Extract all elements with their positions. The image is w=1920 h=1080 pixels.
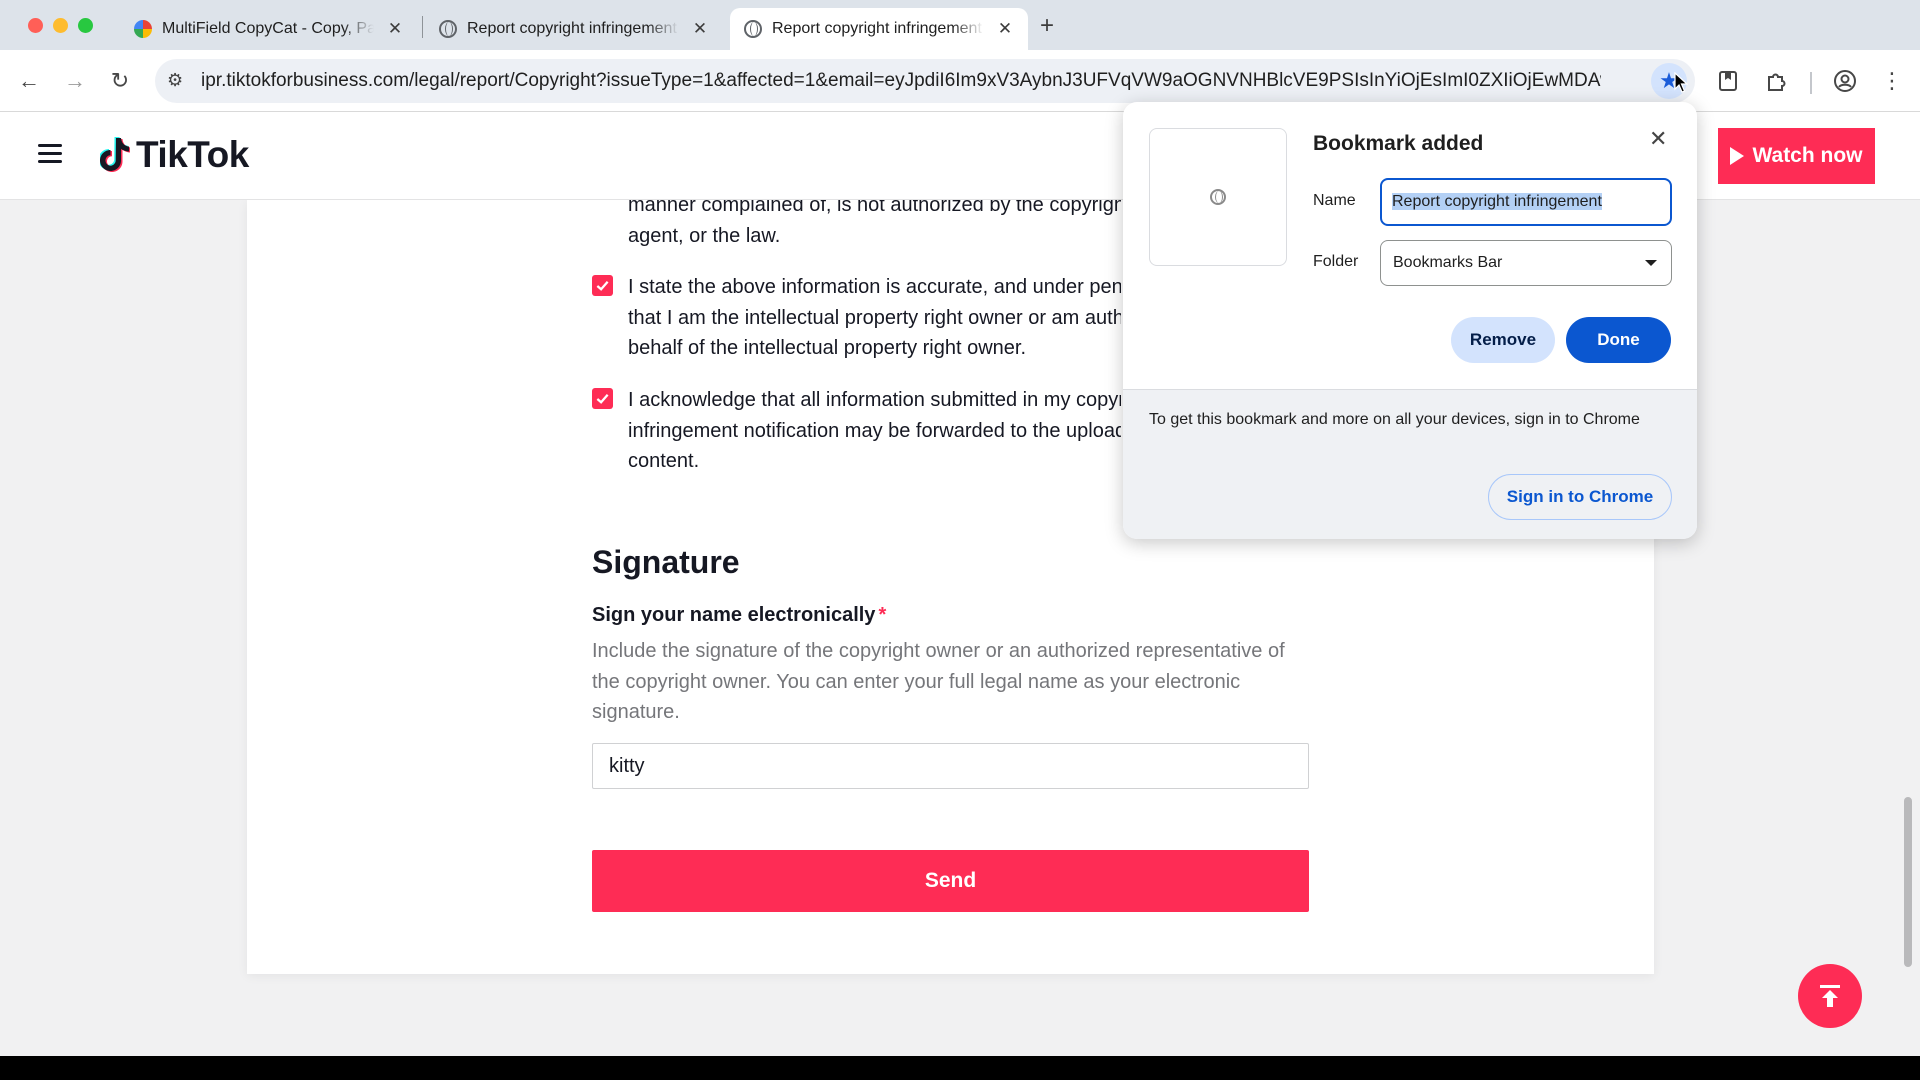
accuracy-checkbox[interactable] [592, 275, 613, 296]
bookmark-thumbnail [1149, 128, 1287, 266]
watch-now-label: Watch now [1752, 144, 1863, 167]
extensions-icon[interactable] [1760, 65, 1792, 97]
signature-help-text: Include the signature of the copyright o… [592, 640, 1285, 723]
bookmark-name-input[interactable]: Report copyright infringement [1380, 178, 1672, 226]
sync-promo-text: To get this bookmark and more on all you… [1149, 411, 1640, 428]
statement-line: that I am the intellectual property righ… [628, 306, 1121, 329]
acknowledge-statement: I acknowledge that all information submi… [628, 385, 1121, 477]
statement-line: I state the above information is accurat… [628, 276, 1121, 298]
tab-strip: MultiField CopyCat - Copy, Paste ✕ Repor… [0, 0, 1920, 50]
folder-label: Folder [1313, 253, 1359, 270]
toolbar-divider [1810, 72, 1812, 94]
tab-report-copyright-1[interactable]: Report copyright infringement ✕ [425, 8, 725, 50]
globe-icon [1210, 189, 1226, 205]
close-icon[interactable]: ✕ [996, 19, 1014, 39]
address-bar[interactable]: ⚙ ipr.tiktokforbusiness.com/legal/report… [155, 59, 1695, 103]
statement-line: behalf of the intellectual property righ… [628, 337, 1027, 359]
statement-line: infringement notification may be forward… [628, 419, 1121, 442]
name-label: Name [1313, 192, 1356, 209]
check-icon [596, 394, 609, 404]
close-icon[interactable]: ✕ [1649, 126, 1667, 152]
window-minimize-button[interactable] [53, 18, 68, 33]
statement-line: content. [628, 450, 700, 472]
required-mark: * [878, 604, 887, 626]
tab-report-copyright-active[interactable]: Report copyright infringement ✕ [730, 8, 1028, 50]
window-close-button[interactable] [28, 18, 43, 33]
url-text[interactable]: ipr.tiktokforbusiness.com/legal/report/C… [201, 70, 1601, 92]
forward-icon[interactable]: → [58, 64, 92, 98]
mouse-cursor-icon [1674, 72, 1688, 93]
folder-select[interactable]: Bookmarks Bar [1380, 240, 1672, 286]
folder-value: Bookmarks Bar [1393, 254, 1503, 271]
bookmark-name-value: Report copyright infringement [1392, 193, 1602, 210]
check-icon [596, 281, 609, 291]
watch-now-button[interactable]: Watch now [1718, 128, 1875, 184]
globe-icon [439, 20, 457, 38]
tiktok-note-icon [100, 137, 130, 172]
back-to-top-button[interactable] [1798, 964, 1862, 1028]
signature-input[interactable]: kitty [592, 743, 1309, 789]
send-button[interactable]: Send [592, 850, 1309, 912]
dialog-title: Bookmark added [1313, 132, 1484, 155]
tab-title: MultiField CopyCat - Copy, Paste [162, 20, 374, 37]
bookmark-added-dialog: Bookmark added ✕ Name Report copyright i… [1123, 102, 1697, 539]
signature-heading: Signature [592, 544, 740, 580]
tab-multifield-copycat[interactable]: MultiField CopyCat - Copy, Paste ✕ [120, 8, 420, 50]
reading-list-icon[interactable] [1712, 65, 1744, 97]
signature-label-text: Sign your name electronically [592, 604, 876, 626]
statement-line: I acknowledge that all information submi… [628, 389, 1121, 411]
page-footer [0, 1056, 1920, 1080]
globe-icon [744, 20, 762, 38]
site-info-icon[interactable]: ⚙ [167, 70, 183, 91]
back-icon[interactable]: ← [12, 64, 46, 98]
hamburger-icon[interactable] [38, 144, 62, 164]
logo-text: TikTok [136, 134, 249, 175]
sync-promo: To get this bookmark and more on all you… [1123, 389, 1697, 539]
menu-icon[interactable]: ⋮ [1876, 65, 1908, 97]
tab-separator [422, 16, 423, 38]
tab-title: Report copyright infringement [467, 20, 677, 37]
new-tab-button[interactable]: + [1040, 12, 1054, 40]
statement-line: agent, or the law. [628, 224, 781, 247]
signature-label: Sign your name electronically * [592, 604, 886, 627]
done-button[interactable]: Done [1566, 317, 1671, 363]
copycat-favicon-icon [134, 20, 152, 38]
close-icon[interactable]: ✕ [386, 19, 404, 39]
profile-icon[interactable] [1829, 65, 1861, 97]
back-to-top-icon [1820, 985, 1840, 1007]
window-zoom-button[interactable] [78, 18, 93, 33]
acknowledge-checkbox[interactable] [592, 388, 613, 409]
scrollbar-thumb[interactable] [1904, 797, 1912, 967]
accuracy-statement: I state the above information is accurat… [628, 272, 1121, 364]
play-icon [1730, 147, 1745, 165]
sign-in-to-chrome-button[interactable]: Sign in to Chrome [1488, 474, 1672, 520]
tab-title: Report copyright infringement [772, 20, 982, 37]
tiktok-logo[interactable]: TikTok [100, 134, 249, 176]
remove-button[interactable]: Remove [1451, 317, 1555, 363]
close-icon[interactable]: ✕ [691, 19, 709, 39]
reload-icon[interactable]: ↻ [103, 64, 137, 98]
dropdown-caret-icon [1645, 260, 1657, 266]
